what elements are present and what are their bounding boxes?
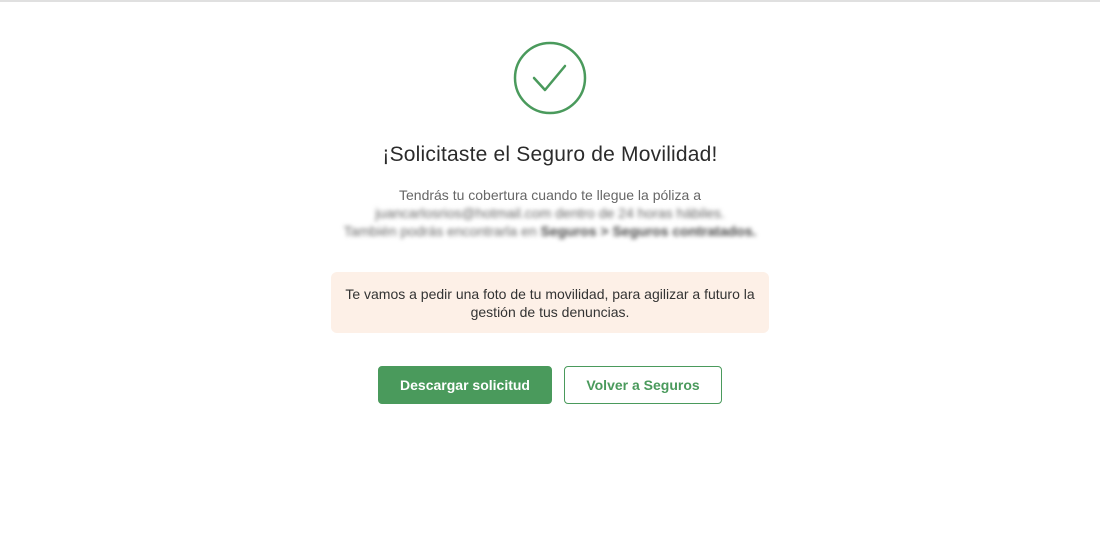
back-to-insurance-button[interactable]: Volver a Seguros bbox=[564, 366, 722, 404]
check-circle-icon bbox=[513, 41, 587, 115]
top-divider bbox=[0, 0, 1100, 2]
coverage-line-2: juancarlosrios@hotmail.com dentro de 24 … bbox=[375, 205, 725, 221]
coverage-line-3-prefix: También podrás encontrarla en bbox=[343, 223, 541, 239]
coverage-line-1: Tendrás tu cobertura cuando te llegue la… bbox=[399, 187, 701, 203]
coverage-description: Tendrás tu cobertura cuando te llegue la… bbox=[330, 186, 770, 240]
coverage-line-3-path: Seguros > Seguros contratados. bbox=[540, 223, 757, 239]
photo-notice: Te vamos a pedir una foto de tu movilida… bbox=[331, 272, 769, 333]
success-page: ¡Solicitaste el Seguro de Movilidad! Ten… bbox=[0, 0, 1100, 533]
coverage-line-3: También podrás encontrarla en Seguros > … bbox=[330, 222, 770, 240]
download-request-button[interactable]: Descargar solicitud bbox=[378, 366, 552, 404]
page-title: ¡Solicitaste el Seguro de Movilidad! bbox=[382, 143, 718, 166]
